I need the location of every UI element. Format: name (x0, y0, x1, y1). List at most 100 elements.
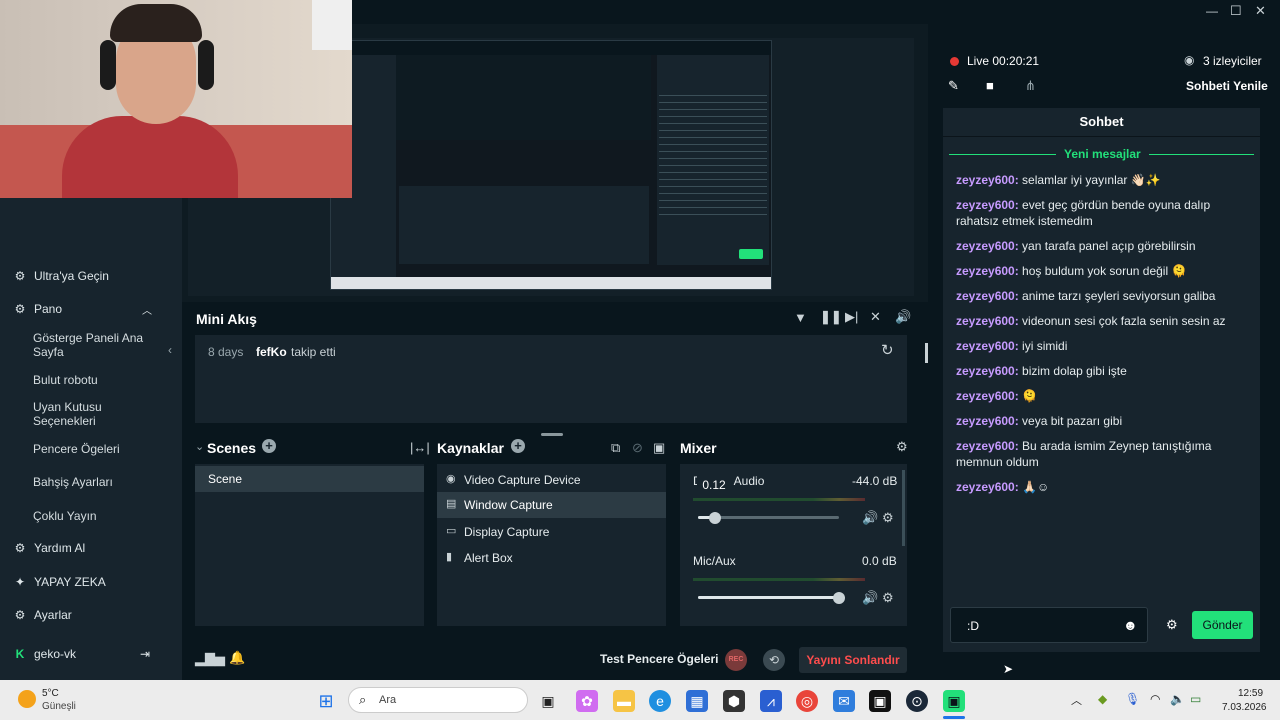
desktop-audio-volume-icon[interactable]: 🔊 (862, 510, 878, 526)
source-hide-icon[interactable]: ⊘ (632, 440, 643, 456)
mic-aux-volume-icon[interactable]: 🔊 (862, 590, 878, 606)
tray-chevron-icon[interactable]: ︿ (1071, 692, 1082, 708)
refresh-chat-button[interactable]: Sohbeti Yenile (1186, 79, 1268, 93)
mic-aux-settings-icon[interactable]: ⚙ (882, 590, 894, 606)
preview-window-capture (330, 40, 772, 290)
desktop-audio-db: -44.0 dB (852, 474, 898, 488)
send-button[interactable]: Gönder (1192, 611, 1253, 639)
viewer-count: 3 izleyiciler (1203, 54, 1262, 68)
pause-icon[interactable]: ❚❚ (820, 309, 842, 325)
chevron-up-icon[interactable]: ︿ (142, 302, 152, 317)
camera-toggle-icon[interactable]: ■ (986, 78, 994, 93)
collapse-sidebar-icon[interactable]: ‹ (168, 343, 172, 357)
clock-date[interactable]: 7.03.2026 (1222, 702, 1267, 713)
share-icon[interactable]: ⋔ (1025, 78, 1036, 94)
volume-icon[interactable]: 🔊 (895, 309, 911, 325)
chat-settings-icon[interactable]: ⚙ (1166, 617, 1178, 633)
chat-messages: zeyzey600: selamlar iyi yayınlar 👋🏻✨ zey… (956, 172, 1251, 504)
ai-sparkle-icon: ✦ (14, 575, 26, 589)
sidebar-subitem-cloudbot[interactable]: Bulut robotu (33, 373, 163, 387)
chrome-icon[interactable]: ◎ (796, 690, 818, 712)
scenes-chevron-icon[interactable]: ⌄ (195, 440, 204, 453)
store-icon[interactable]: ▦ (686, 690, 708, 712)
chat-box: Sohbet Yeni mesajlar zeyzey600: selamlar… (943, 108, 1260, 652)
steam-icon[interactable]: ⊙ (906, 690, 928, 712)
sidebar-item-ultra[interactable]: ⚙ Ultra'ya Geçin (12, 269, 109, 283)
sidebar-item-settings[interactable]: ⚙ Ayarlar (12, 608, 72, 622)
source-item-alert-box[interactable]: ▮ Alert Box (437, 545, 666, 569)
maximize-icon[interactable]: ☐ (1230, 3, 1242, 19)
mini-feed-title: Mini Akış (196, 311, 257, 327)
sidebar-item-ai[interactable]: ✦ YAPAY ZEKA (12, 575, 106, 589)
file-explorer-icon[interactable]: ▬ (613, 690, 635, 712)
notifications-bell-icon[interactable]: 🔔 (229, 650, 245, 666)
add-folder-icon[interactable]: ▣ (653, 440, 665, 456)
desktop-audio-settings-icon[interactable]: ⚙ (882, 510, 894, 526)
chat-message: zeyzey600: yan tarafa panel açıp görebil… (956, 239, 1196, 253)
copilot-icon[interactable]: ✿ (576, 690, 598, 712)
feed-time: 8 days (208, 345, 244, 359)
mixer-settings-icon[interactable]: ⚙ (896, 439, 908, 455)
emoji-icon[interactable]: ☻ (1123, 617, 1138, 633)
source-group-icon[interactable]: ⧉ (611, 440, 620, 456)
camera-icon: ◉ (446, 473, 456, 485)
close-icon[interactable]: ✕ (1255, 3, 1266, 19)
weather-desc[interactable]: Güneşli (42, 701, 76, 712)
add-scene-icon[interactable]: + (262, 439, 276, 453)
battery-icon[interactable]: ▭ (1190, 692, 1201, 706)
refresh-icon[interactable]: ↻ (881, 341, 894, 359)
weather-temp[interactable]: 5°C (42, 688, 59, 699)
chat-message: zeyzey600: videonun sesi çok fazla senin… (956, 314, 1226, 328)
tray-app-icon[interactable]: ◆ (1098, 692, 1107, 706)
clock-time[interactable]: 12:59 (1238, 688, 1263, 699)
scene-transition-icon[interactable]: |↔| (410, 440, 430, 455)
outlook-icon[interactable]: ✉ (833, 690, 855, 712)
live-timer: Live 00:20:21 (967, 54, 1040, 68)
replay-buffer-icon[interactable]: ⟲ (763, 649, 785, 671)
wifi-icon[interactable]: ◠ (1150, 692, 1160, 706)
logout-icon[interactable]: ⇥ (140, 647, 150, 661)
sidebar-item-help[interactable]: ⚙ Yardım Al (12, 541, 86, 555)
source-item-display-capture[interactable]: ▭ Display Capture (437, 519, 666, 543)
feed-action: takip etti (291, 345, 336, 359)
filter-icon[interactable]: ▼ (794, 310, 807, 325)
minimize-icon[interactable]: — (1206, 4, 1218, 18)
sidebar-account[interactable]: Kgeko-vk ⇥ (12, 647, 172, 661)
mixer-scrollbar[interactable] (902, 470, 905, 546)
sidebar-subitem-dashboard-home[interactable]: Gösterge Paneli Ana Sayfa (33, 331, 163, 359)
capcut-icon[interactable]: ▣ (869, 690, 891, 712)
add-source-icon[interactable]: + (511, 439, 525, 453)
app-icon-cube[interactable]: ⬢ (723, 690, 745, 712)
test-widgets-button[interactable]: Test Pencere Ögeleri (600, 652, 719, 666)
microphone-icon[interactable]: 🎙 (1125, 692, 1140, 706)
skip-icon[interactable]: ▶| (845, 309, 858, 325)
scene-item[interactable]: Scene (195, 466, 424, 492)
live-indicator-icon (950, 57, 959, 66)
streamlabs-icon[interactable]: ▣ (943, 690, 965, 712)
source-item-video-capture[interactable]: ◉ Video Capture Device (437, 467, 666, 491)
volume-tooltip: 0.12 (697, 475, 731, 495)
edge-icon[interactable]: e (649, 690, 671, 712)
task-view-icon[interactable]: ▣ (537, 690, 559, 712)
speaker-icon[interactable]: 🔈 (1170, 692, 1185, 706)
sidebar-item-dashboard[interactable]: ⚙ Pano ︿ (12, 302, 172, 317)
sidebar-subitem-tips[interactable]: Bahşiş Ayarları (33, 475, 163, 489)
sources-title: Kaynaklar (437, 440, 504, 456)
edit-stream-icon[interactable]: ✎ (948, 78, 959, 94)
feed-user[interactable]: fefKo (256, 345, 287, 359)
stats-icon[interactable]: ▂▇▅ (195, 651, 225, 667)
resize-handle-2[interactable] (541, 433, 563, 436)
scrollbar[interactable] (925, 343, 928, 363)
chat-input[interactable]: :D ☻ (950, 607, 1148, 643)
windows-start-icon[interactable]: ⊞ (315, 690, 337, 712)
mute-alerts-icon[interactable]: ✕ (870, 309, 881, 325)
sidebar-subitem-multistream[interactable]: Çoklu Yayın (33, 509, 163, 523)
source-item-window-capture[interactable]: ▤ Window Capture (437, 492, 666, 518)
rec-button[interactable]: REC (725, 649, 747, 671)
app-icon-blue[interactable]: ⩘ (760, 690, 782, 712)
taskbar-search[interactable]: ⌕ Ara (348, 687, 528, 713)
chat-message: zeyzey600: veya bit pazarı gibi (956, 414, 1123, 428)
sidebar-subitem-widgets[interactable]: Pencere Ögeleri (33, 442, 163, 456)
end-stream-button[interactable]: Yayını Sonlandır (799, 647, 907, 673)
sidebar-subitem-alertbox[interactable]: Uyan Kutusu Seçenekleri (33, 400, 163, 428)
